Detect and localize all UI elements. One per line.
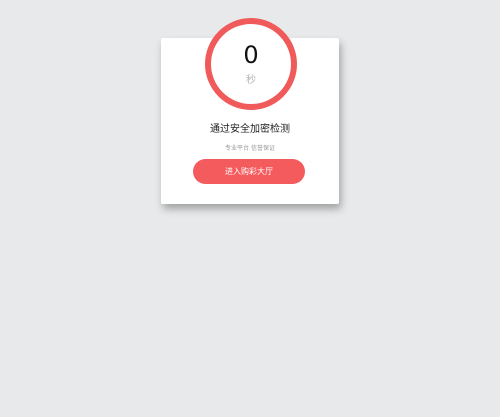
countdown-value: 0 [243, 41, 259, 69]
page: 通过安全加密检测 专业平台 信誉保证 进入购彩大厅 0 秒 [0, 0, 500, 417]
enter-lobby-button[interactable]: 进入购彩大厅 [193, 159, 305, 184]
countdown-unit: 秒 [246, 75, 256, 86]
security-check-title: 通过安全加密检测 [210, 124, 290, 135]
security-check-subtitle: 专业平台 信誉保证 [225, 145, 275, 152]
countdown-timer-ring: 0 秒 [205, 18, 297, 110]
